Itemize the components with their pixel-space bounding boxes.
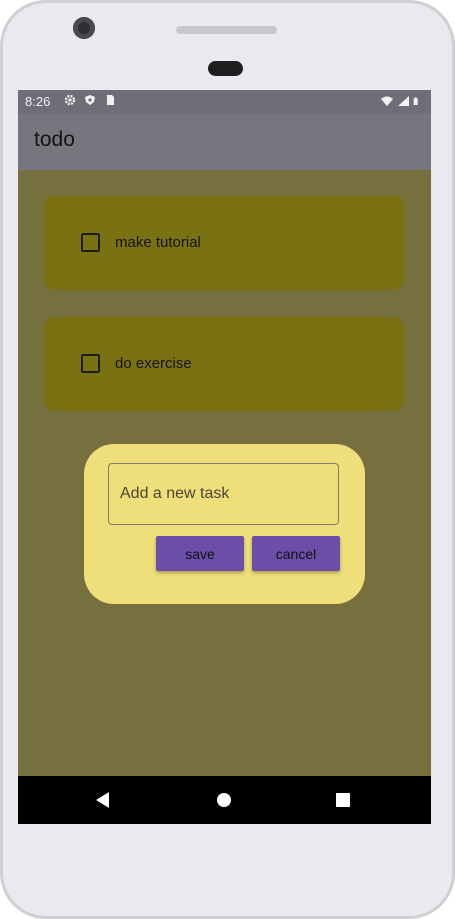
proximity-sensor bbox=[208, 61, 243, 76]
device-screen: 8:26 todo make tutorial do exercise Add … bbox=[18, 90, 431, 824]
save-button[interactable]: save bbox=[156, 536, 244, 571]
task-list: make tutorial do exercise save cancel + bbox=[18, 170, 431, 824]
wifi-icon bbox=[381, 96, 393, 106]
status-left-icons bbox=[64, 94, 116, 106]
task-label: do exercise bbox=[115, 355, 192, 372]
sim-card-icon bbox=[107, 95, 114, 105]
phone-frame: 8:26 todo make tutorial do exercise Add … bbox=[0, 0, 455, 919]
task-card[interactable]: do exercise bbox=[43, 317, 405, 411]
signal-icon bbox=[398, 96, 409, 106]
status-time: 8:26 bbox=[25, 94, 51, 109]
app-title: todo bbox=[34, 128, 75, 151]
add-task-dialog: save cancel bbox=[84, 444, 365, 604]
cancel-button[interactable]: cancel bbox=[252, 536, 340, 571]
task-checkbox[interactable] bbox=[81, 233, 100, 252]
recents-icon[interactable] bbox=[336, 793, 350, 807]
shield-icon bbox=[85, 95, 95, 105]
battery-icon bbox=[413, 97, 418, 105]
status-right-icons bbox=[381, 95, 421, 107]
home-icon[interactable] bbox=[217, 793, 231, 807]
front-camera bbox=[73, 17, 95, 39]
task-card[interactable]: make tutorial bbox=[43, 196, 405, 290]
new-task-field[interactable] bbox=[108, 463, 339, 525]
new-task-input[interactable] bbox=[109, 464, 338, 524]
task-label: make tutorial bbox=[115, 234, 201, 251]
app-bar: todo bbox=[18, 114, 431, 170]
navigation-bar bbox=[18, 776, 431, 824]
status-bar: 8:26 bbox=[18, 90, 431, 114]
task-checkbox[interactable] bbox=[81, 354, 100, 373]
gear-icon bbox=[64, 94, 76, 106]
back-icon[interactable] bbox=[96, 792, 109, 808]
earpiece-speaker bbox=[176, 26, 277, 34]
